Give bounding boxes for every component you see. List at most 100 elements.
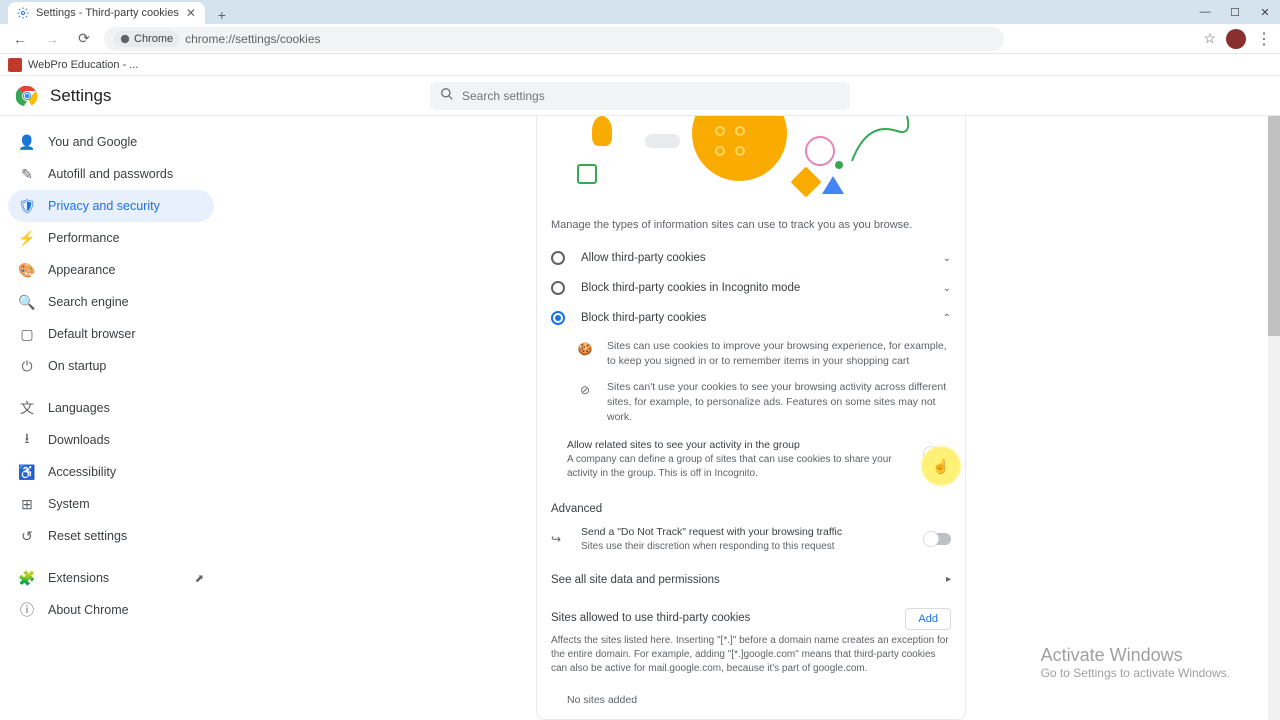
radio-checked-icon[interactable] — [551, 311, 565, 325]
option-block-incognito[interactable]: Block third-party cookies in Incognito m… — [537, 273, 965, 303]
window-titlebar: Settings - Third-party cookies ✕ + — ☐ ✕ — [0, 0, 1280, 24]
sidebar-item-about[interactable]: ⓘAbout Chrome — [8, 594, 214, 626]
sidebar-item-label: Search engine — [48, 295, 129, 309]
reset-icon: ↺ — [18, 528, 36, 545]
option-label: Allow third-party cookies — [581, 252, 706, 264]
sidebar-item-languages[interactable]: 文 Languages — [8, 392, 214, 424]
sidebar-item-performance[interactable]: ⚡Performance — [8, 222, 214, 254]
chevron-up-icon[interactable]: ⌃ — [943, 313, 951, 324]
sidebar-item-label: Languages — [48, 401, 110, 415]
block-icon: ⊘ — [577, 380, 593, 424]
power-icon: ⏻ — [18, 358, 36, 375]
menu-icon[interactable]: ⋮ — [1256, 29, 1272, 49]
panel-description: Manage the types of information sites ca… — [537, 211, 965, 243]
watermark-title: Activate Windows — [1041, 645, 1230, 666]
sidebar-item-label: Appearance — [48, 263, 115, 277]
address-chip-label: Chrome — [134, 33, 173, 45]
palette-icon: 🎨 — [18, 262, 36, 279]
no-sites-text: No sites added — [537, 676, 965, 706]
languages-icon: 文 — [18, 398, 36, 418]
dnt-toggle[interactable] — [925, 533, 951, 545]
sidebar-item-label: Privacy and security — [48, 199, 160, 213]
dnt-title: Send a "Do Not Track" request with your … — [581, 525, 911, 540]
back-button[interactable]: ← — [8, 27, 32, 51]
forward-button[interactable]: → — [40, 27, 64, 51]
search-settings-box[interactable] — [430, 82, 850, 110]
allow-related-desc: A company can define a group of sites th… — [567, 453, 915, 481]
sidebar-item-label: Default browser — [48, 327, 136, 341]
sidebar-item-reset[interactable]: ↺ Reset settings — [8, 520, 214, 552]
extensions-icon: 🧩 — [18, 570, 36, 587]
bookmark-star-icon[interactable]: ☆ — [1203, 30, 1216, 47]
allowed-sites-desc: Affects the sites listed here. Inserting… — [551, 634, 951, 676]
illustration — [537, 116, 965, 211]
browser-toolbar: ← → ⟳ Chrome chrome://settings/cookies ☆… — [0, 24, 1280, 54]
option-block-third-party[interactable]: Block third-party cookies ⌃ — [537, 303, 965, 333]
sidebar-item-label: Reset settings — [48, 529, 127, 543]
sidebar-item-accessibility[interactable]: ♿Accessibility — [8, 456, 214, 488]
new-tab-button[interactable]: + — [213, 6, 231, 24]
allowed-sites-title: Sites allowed to use third-party cookies — [551, 612, 951, 624]
tab-strip: Settings - Third-party cookies ✕ + — [0, 0, 231, 24]
radio-unchecked-icon[interactable] — [551, 281, 565, 295]
browser-tab[interactable]: Settings - Third-party cookies ✕ — [8, 2, 205, 24]
chevron-right-icon: ▸ — [946, 574, 951, 585]
search-input[interactable] — [462, 89, 840, 103]
content-area: Manage the types of information sites ca… — [222, 116, 1280, 720]
cookie-icon: 🍪 — [577, 339, 593, 368]
option-label: Block third-party cookies in Incognito m… — [581, 282, 800, 294]
maximize-button[interactable]: ☐ — [1220, 0, 1250, 24]
close-window-button[interactable]: ✕ — [1250, 0, 1280, 24]
chrome-icon — [120, 34, 130, 44]
sidebar-item-appearance[interactable]: 🎨 Appearance — [8, 254, 214, 286]
sidebar-item-startup[interactable]: ⏻On startup — [8, 350, 214, 382]
sidebar-item-autofill[interactable]: ✎Autofill and passwords — [8, 158, 214, 190]
advanced-label: Advanced — [537, 489, 965, 519]
add-button[interactable]: Add — [905, 608, 951, 630]
info-row-cookies-blocked: ⊘ Sites can't use your cookies to see yo… — [537, 374, 965, 430]
shield-icon: 🛡 — [18, 198, 36, 215]
address-bar[interactable]: Chrome chrome://settings/cookies — [104, 27, 1004, 51]
window-controls: — ☐ ✕ — [1190, 0, 1280, 24]
settings-panel: Manage the types of information sites ca… — [536, 116, 966, 720]
chrome-logo-icon — [16, 85, 38, 107]
sidebar-item-label: About Chrome — [48, 603, 129, 617]
bookmark-item[interactable]: WebPro Education - ... — [28, 59, 138, 71]
option-label: Block third-party cookies — [581, 312, 706, 324]
dnt-desc: Sites use their discretion when respondi… — [581, 540, 911, 554]
scrollbar-thumb[interactable] — [1268, 116, 1280, 336]
chevron-down-icon[interactable]: ⌄ — [943, 253, 951, 264]
radio-unchecked-icon[interactable] — [551, 251, 565, 265]
info-row-cookies-allowed: 🍪 Sites can use cookies to improve your … — [537, 333, 965, 374]
profile-avatar[interactable] — [1226, 29, 1246, 49]
settings-sidebar: 👤You and Google ✎Autofill and passwords … — [0, 116, 222, 720]
external-link-icon: ⬈ — [195, 572, 204, 585]
person-icon: 👤 — [18, 134, 36, 151]
sidebar-item-default-browser[interactable]: ▢ Default browser — [8, 318, 214, 350]
search-icon: 🔍 — [18, 294, 36, 311]
sidebar-item-system[interactable]: ⊞System — [8, 488, 214, 520]
sidebar-item-search-engine[interactable]: 🔍 Search engine — [8, 286, 214, 318]
allow-related-title: Allow related sites to see your activity… — [567, 438, 915, 453]
see-all-site-data-link[interactable]: See all site data and permissions ▸ — [537, 560, 965, 600]
do-not-track-row: ↪ Send a "Do Not Track" request with you… — [537, 519, 965, 560]
sidebar-item-extensions[interactable]: 🧩 Extensions ⬈ — [8, 562, 214, 594]
browser-icon: ▢ — [18, 326, 36, 343]
download-icon: ⭳ — [18, 428, 36, 452]
sidebar-item-label: System — [48, 497, 90, 511]
sidebar-item-privacy[interactable]: 🛡 Privacy and security — [8, 190, 214, 222]
sidebar-item-label: Autofill and passwords — [48, 167, 173, 181]
reload-button[interactable]: ⟳ — [72, 27, 96, 51]
sidebar-item-you-and-google[interactable]: 👤You and Google — [8, 126, 214, 158]
arrow-forward-icon: ↪ — [551, 532, 567, 546]
close-icon[interactable]: ✕ — [185, 7, 197, 19]
sidebar-item-label: Extensions — [48, 571, 109, 585]
minimize-button[interactable]: — — [1190, 0, 1220, 24]
sidebar-item-downloads[interactable]: ⭳Downloads — [8, 424, 214, 456]
cursor-highlight: ☝ — [921, 446, 961, 486]
chevron-down-icon[interactable]: ⌄ — [943, 283, 951, 294]
address-chip: Chrome — [114, 31, 179, 47]
gear-icon — [16, 6, 30, 20]
option-allow-third-party[interactable]: Allow third-party cookies ⌄ — [537, 243, 965, 273]
scrollbar-track[interactable] — [1268, 116, 1280, 720]
